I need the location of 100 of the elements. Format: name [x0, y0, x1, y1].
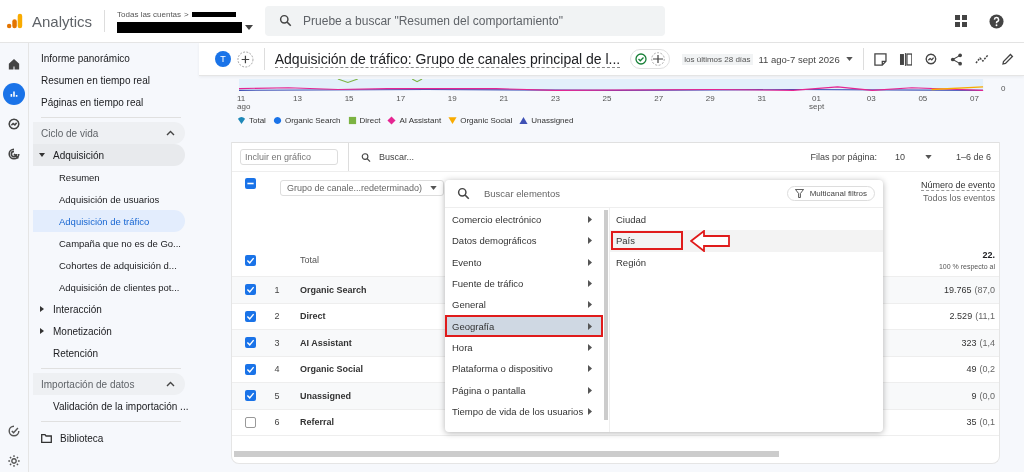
rows-per-page-label: Filas por página:	[810, 152, 877, 162]
legend-label: Organic Search	[284, 115, 341, 125]
menu-category-item[interactable]: Plataforma o dispositivo	[445, 358, 603, 380]
table-cell: 19.765	[943, 284, 972, 295]
table-cell: (1,4	[979, 337, 995, 348]
submenu-arrow-icon	[588, 301, 592, 309]
date-range-picker[interactable]: 11 ago-7 sept 2026	[758, 53, 840, 65]
sidebar-group[interactable]: Interacción	[33, 298, 185, 320]
include-in-chart-field[interactable]: Incluir en gráfico	[240, 149, 338, 165]
share-icon[interactable]	[950, 52, 964, 66]
row-checkbox[interactable]	[244, 363, 256, 375]
row-checkbox[interactable]	[244, 390, 256, 402]
menu-category-item[interactable]: Datos demográficos	[445, 230, 603, 252]
checkbox[interactable]	[244, 254, 256, 266]
search-field[interactable]: Pruebe a buscar "Resumen del comportamiento"	[265, 6, 666, 36]
pagination-range: 1–6 de 6	[955, 152, 991, 162]
menu-category-item[interactable]: Evento	[445, 251, 603, 273]
submenu-arrow-icon	[588, 280, 592, 288]
sidebar-item[interactable]: Campaña que no es de Go...	[33, 232, 185, 254]
axis-tick-label: 0	[1001, 85, 1006, 93]
breadcrumb-link[interactable]: Todas las cuentas	[117, 9, 182, 19]
menu-category-item[interactable]: Fuente de tráfico	[445, 272, 603, 295]
search-icon	[361, 151, 371, 163]
sidebar-group[interactable]: Adquisición	[33, 144, 185, 166]
column-header[interactable]: Número de evento	[920, 180, 995, 191]
sidebar-item[interactable]: Páginas en tiempo real	[33, 91, 185, 113]
vertical-scrollbar[interactable]	[604, 210, 608, 420]
rows-per-page-select[interactable]: 10	[894, 152, 932, 162]
insights-icon[interactable]	[924, 52, 939, 66]
axis-tick-label: 15	[344, 95, 354, 104]
library-link[interactable]: Biblioteca	[33, 426, 185, 450]
dimension-select[interactable]: Grupo de canale...redeterminado)	[280, 180, 445, 196]
search-icon	[279, 14, 293, 27]
axis-tick-label: 23	[551, 95, 560, 104]
table-cell: (87,0	[974, 284, 995, 295]
table-cell: (11,1	[975, 311, 995, 322]
menu-category-item[interactable]: Página o pantalla	[445, 379, 603, 401]
sidebar-item[interactable]: Adquisición de clientes pot...	[33, 276, 185, 298]
horizontal-scrollbar[interactable]	[234, 451, 779, 457]
add-comparison-icon[interactable]	[236, 50, 254, 68]
column-subheader: Todos los eventos	[922, 193, 995, 203]
row-checkbox[interactable]	[244, 284, 256, 296]
redaction-bar	[191, 11, 236, 17]
sidebar-section-header[interactable]: Ciclo de vida	[33, 122, 185, 144]
search-icon	[457, 187, 470, 200]
sidebar-group[interactable]: Monetización	[33, 320, 185, 342]
table-search-field[interactable]: Buscar...	[377, 151, 471, 163]
menu-category-item[interactable]: Hora	[445, 336, 603, 359]
sidebar-item[interactable]: Adquisición de usuarios	[33, 188, 185, 210]
axis-tick-label: 05	[918, 95, 928, 104]
chevron-icon	[166, 130, 175, 136]
caret-icon	[39, 328, 45, 334]
checkmark-icon	[244, 337, 256, 349]
menu-category-item[interactable]: Tiempo de vida de los usuarios	[445, 400, 603, 422]
submenu-arrow-icon	[588, 365, 592, 373]
sidebar-item[interactable]: Adquisición de tráfico	[33, 210, 185, 232]
filter-icon	[794, 189, 804, 198]
submenu-arrow-icon	[588, 258, 592, 266]
sidebar-item[interactable]: Resumen	[33, 166, 185, 188]
select-all-checkbox[interactable]	[244, 178, 256, 189]
sidebar-item[interactable]: Resumen en tiempo real	[33, 69, 185, 91]
sidebar-item[interactable]: Cohortes de adquisición d...	[33, 254, 185, 276]
menu-option[interactable]: Región	[612, 253, 682, 271]
filter-button[interactable]: Multicanal filtros	[786, 186, 875, 201]
trend-sparkle-icon[interactable]	[975, 53, 991, 65]
nav-rail-button[interactable]	[3, 83, 25, 105]
menu-option[interactable]: Ciudad	[612, 211, 682, 229]
axis-month-label: sept	[809, 103, 825, 112]
pencil-icon[interactable]	[1002, 53, 1014, 65]
caret-icon[interactable]	[845, 57, 853, 61]
sidebar-item[interactable]: Retención	[33, 342, 185, 364]
menu-category-item[interactable]: General	[445, 294, 603, 316]
axis-tick-label: 29	[705, 95, 715, 104]
table-cell: 323	[961, 337, 977, 348]
date-preset-label: los últimos 28 días	[682, 53, 753, 65]
help-icon[interactable]	[989, 13, 1004, 29]
compare-columns-icon[interactable]	[898, 52, 913, 66]
note-icon[interactable]	[873, 52, 887, 66]
apps-grid-icon[interactable]	[955, 15, 967, 27]
menu-category-item[interactable]: Comercio electrónico	[445, 209, 603, 231]
caret-icon[interactable]	[245, 24, 254, 30]
row-checkbox[interactable]	[244, 416, 256, 428]
row-checkbox[interactable]	[244, 310, 256, 322]
sidebar-section-header[interactable]: Importación de datos	[33, 373, 185, 395]
axis-tick-label: 21	[499, 95, 509, 104]
table-cell: 22.	[982, 250, 995, 260]
table-cell: Direct	[300, 311, 326, 322]
legend-label: Total	[249, 115, 266, 125]
menu-category-item[interactable]: Geografía	[445, 315, 603, 337]
table-cell: 49	[966, 364, 977, 375]
settings-icon[interactable]	[7, 454, 21, 468]
comparison-avatar[interactable]: T	[215, 51, 231, 67]
legend-label: AI Assistant	[399, 115, 442, 125]
folder-icon	[41, 433, 52, 443]
report-title[interactable]: Adquisición de tráfico: Grupo de canales principal de l...	[274, 50, 621, 68]
axis-tick-label: 07	[970, 95, 979, 104]
sidebar-item[interactable]: Informe panorámico	[33, 47, 185, 69]
row-checkbox[interactable]	[244, 337, 256, 349]
axis-tick-label: 01	[812, 95, 821, 104]
home-icon	[7, 57, 21, 71]
